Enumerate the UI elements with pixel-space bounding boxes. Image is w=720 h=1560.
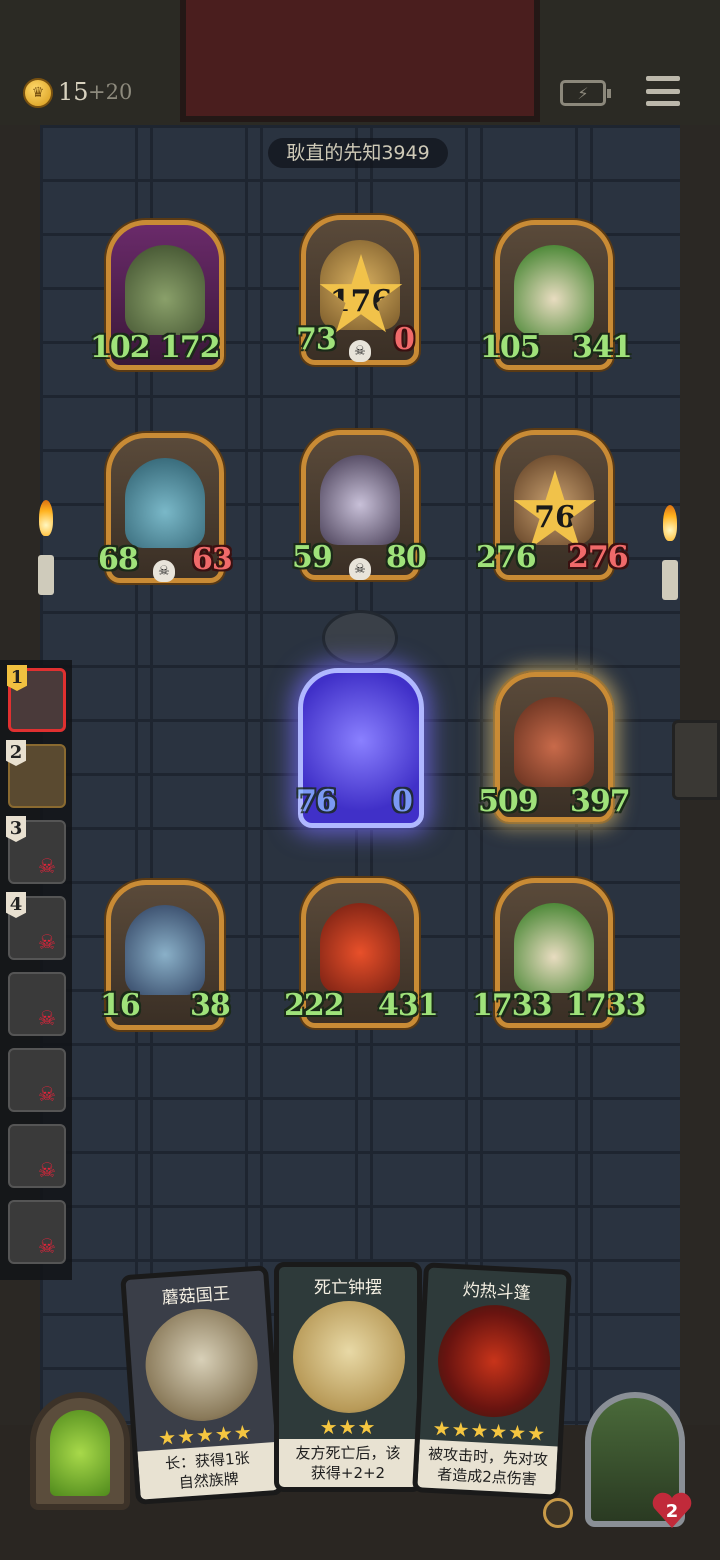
queue-number: 4: [6, 892, 26, 918]
hand-card-1[interactable]: 蘑菇国王 ★★★★★ 长：获得1张 自然族牌: [120, 1265, 284, 1505]
card-title: 死亡钟摆: [314, 1278, 382, 1298]
desc-line: 获得+2+2: [310, 1464, 386, 1482]
torch-flame-left-icon: [39, 500, 53, 536]
card-title: 蘑菇国王: [161, 1283, 231, 1309]
hand-card-3[interactable]: 灼热斗篷 ★★★★★★ 被攻击时，先对攻 者造成2点伤害: [412, 1262, 572, 1500]
orb-icon: [322, 610, 398, 666]
attack-value: 16: [100, 988, 141, 1023]
skull-icon: ☠: [153, 560, 175, 582]
queue-item[interactable]: 2: [6, 740, 66, 808]
health-value: 0: [394, 322, 415, 357]
attack-value: 1733: [472, 988, 552, 1023]
vampire-portrait: [320, 455, 400, 545]
leaf-sprite-portrait: [514, 903, 594, 993]
health-value: 276: [568, 540, 629, 575]
torch-holder-left: [38, 555, 54, 595]
queue-item[interactable]: ☠: [8, 1124, 66, 1188]
health-value: 341: [572, 330, 633, 365]
menu-icon[interactable]: [646, 76, 680, 106]
queue-item[interactable]: ☠: [8, 972, 66, 1036]
dark-elf-portrait: [125, 905, 205, 995]
acorn-icon[interactable]: [543, 1498, 573, 1528]
skull-icon: ☠: [349, 558, 371, 580]
mushroom-goblin-portrait: [125, 245, 205, 335]
rabbit-golem-portrait: [125, 458, 205, 548]
stage-curtain: [180, 0, 540, 122]
attack-value: 59: [292, 540, 333, 575]
dead-skull-icon: ☠: [38, 930, 56, 954]
card-title: 灼热斗篷: [462, 1280, 532, 1304]
dead-skull-icon: ☠: [38, 1082, 56, 1106]
queue-item[interactable]: ☠: [8, 1048, 66, 1112]
attack-value: 73: [296, 322, 337, 357]
scorching-cloak-art: [435, 1302, 553, 1420]
queue-number: 2: [6, 740, 26, 766]
dead-skull-icon: ☠: [38, 1006, 56, 1030]
queue-item[interactable]: 4 ☠: [6, 892, 66, 960]
hand-card-2[interactable]: 死亡钟摆 ★★★ 友方死亡后，该 获得+2+2: [274, 1262, 422, 1492]
queue-item[interactable]: 3 ☠: [6, 816, 66, 884]
battery-icon: ⚡: [560, 80, 611, 106]
queue-number: 3: [6, 816, 26, 842]
wall-lever: [672, 720, 720, 800]
attack-value: 76: [296, 784, 337, 819]
opponent-name: 耿直的先知3949: [268, 138, 448, 168]
red-imp-portrait: [320, 903, 400, 993]
attack-value: 102: [90, 330, 151, 365]
boar-portrait: [514, 697, 594, 787]
health-value: 0: [392, 784, 413, 819]
death-pendulum-art: [293, 1301, 405, 1413]
health-value: 397: [570, 784, 631, 819]
attack-value: 509: [478, 784, 539, 819]
dead-skull-icon: ☠: [38, 854, 56, 878]
attack-value: 276: [476, 540, 537, 575]
health-value: 1733: [566, 988, 646, 1023]
gold-amount: 15: [58, 78, 89, 106]
torch-holder-right: [662, 560, 678, 600]
attack-order-queue: 1 2 3 ☠ 4 ☠ ☠ ☠ ☠ ☠: [0, 660, 72, 1280]
mushroom-king-art: [141, 1305, 262, 1425]
gold-income: +20: [88, 80, 133, 104]
desc-line: 友方死亡后，该: [295, 1444, 401, 1462]
skull-icon: ☠: [349, 340, 371, 362]
health-value: 80: [386, 540, 427, 575]
queue-item[interactable]: 1: [7, 665, 66, 732]
health-value: 431: [378, 988, 439, 1023]
health-value: 172: [160, 330, 221, 365]
card-description: 长：获得1张 自然族牌: [137, 1442, 279, 1505]
coin-icon: ♛: [23, 78, 53, 108]
card-description: 被攻击时，先对攻 者造成2点伤害: [417, 1439, 558, 1500]
dead-skull-icon: ☠: [38, 1158, 56, 1182]
queue-number: 1: [7, 665, 27, 691]
leaf-sprite-portrait: [514, 245, 594, 335]
attack-value: 105: [480, 330, 541, 365]
health-value: 38: [190, 988, 231, 1023]
shop-door-button[interactable]: [30, 1392, 130, 1510]
attack-value: 222: [284, 988, 345, 1023]
attack-value: 68: [98, 542, 139, 577]
torch-flame-right-icon: [663, 505, 677, 541]
health-value: 63: [192, 542, 233, 577]
star-value: 76: [534, 499, 576, 535]
leaf-emblem-icon: [50, 1410, 110, 1496]
queue-item[interactable]: ☠: [8, 1200, 66, 1264]
dead-skull-icon: ☠: [38, 1234, 56, 1258]
card-description: 友方死亡后，该 获得+2+2: [279, 1439, 417, 1487]
card-stars: ★★★: [319, 1415, 377, 1439]
